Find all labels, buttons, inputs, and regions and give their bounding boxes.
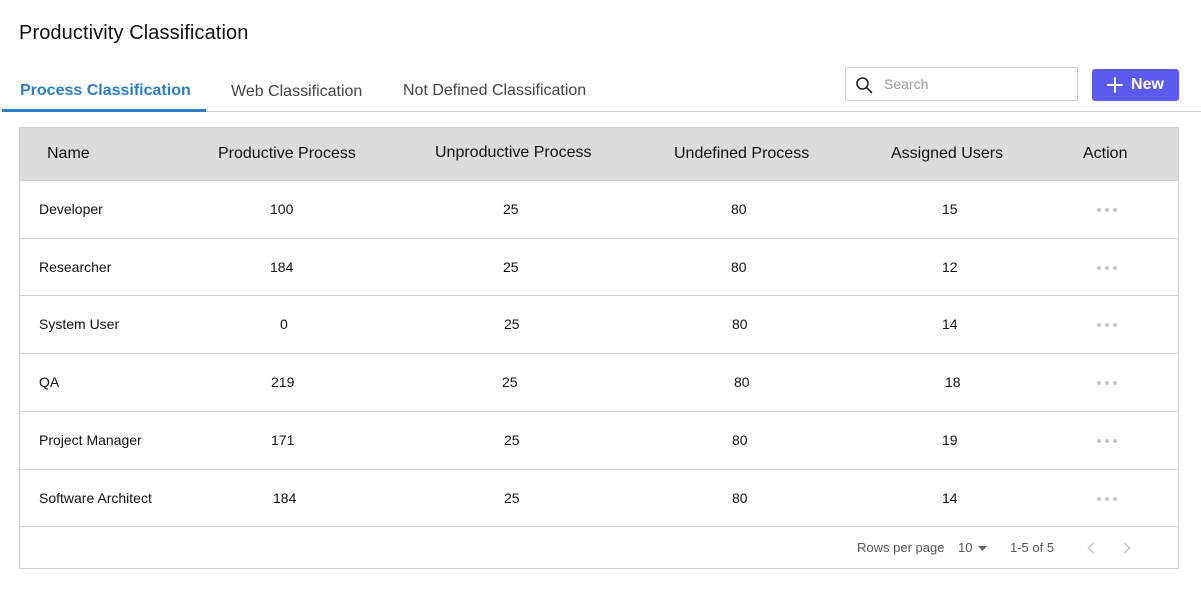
search-box[interactable]: [845, 67, 1078, 101]
new-button[interactable]: New: [1092, 69, 1179, 101]
table-pagination: Rows per page 10 1-5 of 5: [20, 526, 1178, 568]
cell-users: 18: [945, 374, 961, 390]
cell-productive: 0: [280, 316, 288, 332]
table-row[interactable]: Project Manager 171 25 80 19: [20, 411, 1178, 469]
cell-productive: 184: [270, 259, 294, 275]
chevron-right-icon[interactable]: [1118, 539, 1136, 557]
column-header-name[interactable]: Name: [47, 128, 90, 180]
table-header: Name Productive Process Unproductive Pro…: [20, 128, 1178, 180]
tab-web-classification[interactable]: Web Classification: [231, 71, 362, 113]
cell-productive: 100: [270, 201, 294, 217]
pagination-range: 1-5 of 5: [1010, 540, 1055, 555]
table-row[interactable]: Researcher 184 25 80 12: [20, 238, 1178, 296]
plus-icon: [1107, 77, 1124, 93]
cell-users: 12: [942, 259, 958, 275]
cell-unproductive: 25: [504, 432, 520, 448]
more-horizontal-icon[interactable]: [1095, 470, 1119, 527]
more-horizontal-icon[interactable]: [1095, 239, 1119, 296]
search-input[interactable]: [884, 72, 1069, 96]
tab-not-defined-classification[interactable]: Not Defined Classification: [403, 70, 586, 112]
more-horizontal-icon[interactable]: [1095, 181, 1119, 238]
rows-per-page-label: Rows per page: [857, 540, 945, 555]
caret-down-icon: [978, 545, 988, 551]
rows-per-page-value: 10: [958, 540, 973, 555]
cell-name: QA: [39, 374, 60, 390]
more-horizontal-icon[interactable]: [1095, 412, 1119, 469]
column-header-assigned-users[interactable]: Assigned Users: [891, 128, 1003, 180]
column-header-action: Action: [1083, 145, 1128, 162]
cell-productive: 219: [271, 374, 295, 390]
cell-name: System User: [39, 316, 120, 332]
column-header-undefined-process[interactable]: Undefined Process: [674, 128, 809, 180]
page-title: Productivity Classification: [19, 22, 249, 44]
table-row[interactable]: Developer 100 25 80 15: [20, 180, 1178, 238]
cell-productive: 171: [271, 432, 295, 448]
cell-undefined: 80: [732, 490, 748, 506]
table-row[interactable]: QA 219 25 80 18: [20, 353, 1178, 411]
more-horizontal-icon[interactable]: [1095, 354, 1119, 411]
cell-undefined: 80: [732, 316, 748, 332]
cell-undefined: 80: [731, 259, 747, 275]
cell-users: 14: [942, 316, 958, 332]
column-header-unproductive-process[interactable]: Unproductive Process: [435, 127, 592, 179]
cell-undefined: 80: [732, 432, 748, 448]
cell-undefined: 80: [734, 374, 750, 390]
cell-name: Project Manager: [39, 432, 142, 448]
cell-unproductive: 25: [504, 316, 520, 332]
active-tab-indicator: [2, 109, 206, 112]
cell-users: 14: [942, 490, 958, 506]
cell-name: Developer: [39, 201, 103, 217]
cell-unproductive: 25: [503, 259, 519, 275]
more-horizontal-icon[interactable]: [1095, 296, 1119, 353]
table-row[interactable]: Software Architect 184 25 80 14: [20, 469, 1178, 527]
rows-per-page-select[interactable]: 10: [958, 527, 988, 569]
cell-undefined: 80: [731, 201, 747, 217]
cell-productive: 184: [273, 490, 297, 506]
cell-unproductive: 25: [503, 201, 519, 217]
chevron-left-icon[interactable]: [1082, 539, 1100, 557]
cell-unproductive: 25: [502, 374, 518, 390]
table-row[interactable]: System User 0 25 80 14: [20, 295, 1178, 353]
classification-table: Name Productive Process Unproductive Pro…: [19, 127, 1179, 569]
cell-users: 15: [942, 201, 958, 217]
column-header-productive-process[interactable]: Productive Process: [218, 128, 356, 180]
tab-process-classification[interactable]: Process Classification: [20, 70, 191, 112]
new-button-label: New: [1131, 76, 1164, 93]
search-icon: [856, 77, 873, 94]
cell-name: Researcher: [39, 259, 112, 275]
cell-name: Software Architect: [39, 490, 152, 506]
cell-users: 19: [942, 432, 958, 448]
cell-unproductive: 25: [504, 490, 520, 506]
